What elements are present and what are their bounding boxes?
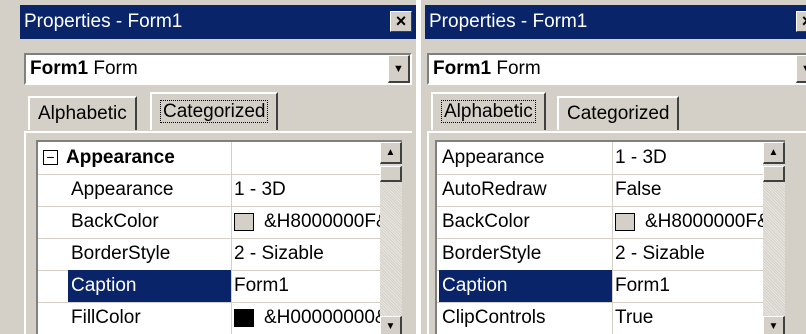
tab-categorized-label: Categorized bbox=[567, 103, 670, 124]
arrow-down-icon[interactable]: ▼ bbox=[763, 316, 785, 334]
title-bar[interactable]: Properties - Form1 × bbox=[20, 5, 416, 39]
properties-window-right: Properties - Form1 × Form1 Form ▼ Alphab… bbox=[421, 0, 806, 334]
object-selector[interactable]: Form1 Form ▼ bbox=[427, 53, 806, 85]
property-name: Caption bbox=[68, 270, 232, 302]
category-label: − Appearance bbox=[40, 142, 232, 174]
property-value-text: &H00000000& bbox=[264, 307, 380, 328]
property-grid[interactable]: Appearance 1 - 3D AutoRedraw False BackC… bbox=[435, 140, 785, 334]
object-selector[interactable]: Form1 Form ▼ bbox=[24, 53, 412, 85]
property-value[interactable]: False bbox=[611, 174, 763, 206]
property-name: AutoRedraw bbox=[439, 174, 613, 206]
window-title: Properties - Form1 bbox=[429, 11, 588, 32]
property-row[interactable]: BackColor &H8000000F& bbox=[38, 206, 380, 239]
property-value[interactable]: Form1 bbox=[611, 270, 763, 302]
property-value[interactable]: Form1 bbox=[230, 270, 380, 302]
scroll-thumb[interactable] bbox=[380, 166, 402, 182]
scroll-thumb[interactable] bbox=[763, 166, 785, 182]
tab-categorized-label: Categorized bbox=[160, 100, 269, 123]
vertical-scrollbar[interactable]: ▲ ▼ bbox=[380, 142, 402, 334]
property-row-selected[interactable]: Caption Form1 bbox=[38, 270, 380, 303]
arrow-up-icon[interactable]: ▲ bbox=[380, 142, 402, 164]
category-value bbox=[230, 142, 380, 174]
property-row[interactable]: BackColor &H8000000F& bbox=[437, 206, 763, 239]
property-name: Appearance bbox=[439, 142, 613, 174]
arrow-up-icon[interactable]: ▲ bbox=[763, 142, 785, 164]
title-bar[interactable]: Properties - Form1 × bbox=[425, 5, 806, 39]
property-row[interactable]: AutoRedraw False bbox=[437, 174, 763, 207]
property-row[interactable]: FillColor &H00000000& bbox=[38, 302, 380, 334]
property-value[interactable]: 1 - 3D bbox=[611, 142, 763, 174]
color-swatch bbox=[234, 212, 254, 231]
property-grid[interactable]: − Appearance Appearance 1 - 3D BackColor … bbox=[36, 140, 402, 334]
category-text: Appearance bbox=[66, 147, 175, 168]
property-name: Caption bbox=[439, 270, 613, 302]
chevron-down-icon[interactable]: ▼ bbox=[796, 55, 806, 83]
property-name: BorderStyle bbox=[439, 238, 613, 270]
property-value-text: &H8000000F& bbox=[645, 211, 763, 232]
category-row-appearance[interactable]: − Appearance bbox=[38, 142, 380, 175]
property-value[interactable]: 1 - 3D bbox=[230, 174, 380, 206]
tab-categorized[interactable]: Categorized bbox=[557, 96, 680, 130]
property-name: BackColor bbox=[439, 206, 613, 238]
vertical-scrollbar[interactable]: ▲ ▼ bbox=[763, 142, 785, 334]
tab-alphabetic-label: Alphabetic bbox=[38, 103, 127, 124]
property-row[interactable]: Appearance 1 - 3D bbox=[437, 142, 763, 175]
tab-alphabetic[interactable]: Alphabetic bbox=[431, 92, 546, 130]
chevron-down-icon[interactable]: ▼ bbox=[388, 55, 410, 83]
arrow-down-icon[interactable]: ▼ bbox=[380, 316, 402, 334]
property-value[interactable]: 2 - Sizable bbox=[230, 238, 380, 270]
window-title: Properties - Form1 bbox=[24, 11, 183, 32]
property-row[interactable]: BorderStyle 2 - Sizable bbox=[437, 238, 763, 271]
property-value[interactable]: True bbox=[611, 302, 763, 334]
close-icon[interactable]: × bbox=[796, 11, 806, 32]
object-type: Form bbox=[496, 58, 541, 79]
close-icon[interactable]: × bbox=[390, 11, 412, 32]
property-name: Appearance bbox=[68, 174, 232, 206]
color-swatch bbox=[615, 212, 635, 231]
property-row[interactable]: Appearance 1 - 3D bbox=[38, 174, 380, 207]
tab-alphabetic[interactable]: Alphabetic bbox=[28, 96, 137, 130]
object-type: Form bbox=[93, 58, 138, 79]
property-value[interactable]: 2 - Sizable bbox=[611, 238, 763, 270]
tab-categorized[interactable]: Categorized bbox=[150, 92, 279, 130]
property-value[interactable]: &H8000000F& bbox=[611, 206, 763, 238]
collapse-icon[interactable]: − bbox=[43, 150, 58, 166]
object-name: Form1 bbox=[433, 58, 492, 79]
property-name: BackColor bbox=[68, 206, 232, 238]
object-name: Form1 bbox=[30, 58, 89, 79]
property-row[interactable]: BorderStyle 2 - Sizable bbox=[38, 238, 380, 271]
properties-window-left: Properties - Form1 × Form1 Form ▼ Alphab… bbox=[0, 0, 416, 334]
property-row-selected[interactable]: Caption Form1 bbox=[437, 270, 763, 303]
property-name: BorderStyle bbox=[68, 238, 232, 270]
color-swatch bbox=[234, 308, 254, 327]
property-name: ClipControls bbox=[439, 302, 613, 334]
property-value[interactable]: &H8000000F& bbox=[230, 206, 380, 238]
property-row[interactable]: ClipControls True bbox=[437, 302, 763, 334]
tab-alphabetic-label: Alphabetic bbox=[441, 100, 536, 123]
property-value[interactable]: &H00000000& bbox=[230, 302, 380, 334]
property-value-text: &H8000000F& bbox=[264, 211, 380, 232]
property-name: FillColor bbox=[68, 302, 232, 334]
